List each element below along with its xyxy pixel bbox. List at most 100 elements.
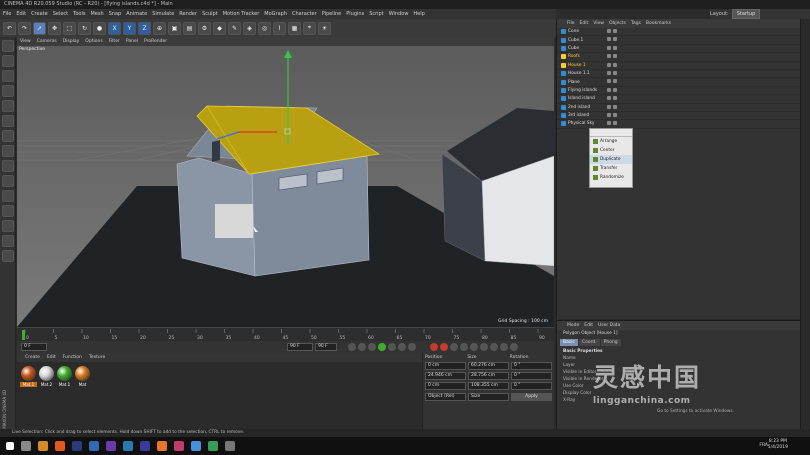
material-menu-create[interactable]: Create [25,355,40,360]
light-icon[interactable]: ☀ [318,21,331,35]
axis-z-button[interactable]: Z [138,21,151,35]
next-frame-icon[interactable] [388,343,396,351]
material-menu-texture[interactable]: Texture [89,355,105,360]
edges-mode-icon[interactable] [2,115,14,127]
viewport-menu-prorender[interactable]: ProRender [144,39,167,44]
object-row[interactable]: Cube [557,45,800,54]
material-menu-function[interactable]: Function [63,355,82,360]
menu-script[interactable]: Script [369,11,384,17]
popup-item-arrange[interactable]: Arrange [590,137,632,146]
camera-icon[interactable]: ⌖ [303,21,316,35]
visibility-dots[interactable] [607,96,617,101]
menu-help[interactable]: Help [413,11,424,17]
points-mode-icon[interactable] [2,100,14,112]
viewport-menu-cameras[interactable]: Cameras [37,39,57,44]
3d-viewport[interactable]: Perspective Grid Spacing : 100 cm [17,46,554,327]
object-row[interactable]: Cone [557,28,800,37]
cinema4d-active-icon[interactable] [191,441,201,451]
position-x-field[interactable]: 0 cm [425,362,466,370]
goto-end-icon[interactable] [408,343,416,351]
menu-character[interactable]: Character [292,11,317,17]
layout-select[interactable]: Startup [731,9,761,19]
menu-mesh[interactable]: Mesh [90,11,103,17]
menu-animate[interactable]: Animate [126,11,147,17]
search-icon[interactable] [21,441,31,451]
position-key-icon[interactable] [460,343,468,351]
cloner-icon[interactable]: ◎ [258,21,271,35]
polygons-mode-icon[interactable] [2,130,14,142]
material-swatch[interactable]: Mat [74,366,91,387]
object-row[interactable]: Flying islands [557,87,800,96]
viewport-menu-panel[interactable]: Panel [126,39,138,44]
coordinate-mode-select[interactable]: Object (Rel) [425,393,466,401]
size-x-field[interactable]: 60.276 cm [468,362,509,370]
tweak-mode-icon[interactable] [2,160,14,172]
rotation-key-icon[interactable] [480,343,488,351]
menu-render[interactable]: Render [179,11,197,17]
cube-object-icon[interactable]: ◆ [213,21,226,35]
after-effects-icon[interactable] [106,441,116,451]
move-icon[interactable]: ✥ [48,21,61,35]
attribute-tab-basic[interactable]: Basic [560,339,578,346]
menu-file[interactable]: File [3,11,11,17]
popup-item-transfer[interactable]: Transfer [590,164,632,173]
material-swatch[interactable]: Mat.1 [56,366,73,387]
previous-key-icon[interactable] [358,343,366,351]
menu-select[interactable]: Select [53,11,68,17]
play-icon[interactable] [378,343,386,351]
position-z-field[interactable]: 0 cm [425,382,466,390]
menu-pipeline[interactable]: Pipeline [322,11,342,17]
menu-edit[interactable]: Edit [16,11,26,17]
scale-icon[interactable]: ⬚ [63,21,76,35]
axis-mode-icon[interactable] [2,145,14,157]
visibility-dots[interactable] [607,37,617,42]
attribute-tab-coord[interactable]: Coord. [578,339,600,346]
visibility-dots[interactable] [607,104,617,109]
photoshop-icon[interactable] [89,441,99,451]
render-picture-viewer-icon[interactable]: ▤ [183,21,196,35]
texture-mode-icon[interactable] [2,70,14,82]
object-row[interactable]: 2nd island [557,104,800,112]
visibility-dots[interactable] [607,121,617,126]
redo-icon[interactable]: ↷ [18,21,31,35]
menu-simulate[interactable]: Simulate [152,11,174,17]
popup-item-center[interactable]: Center [590,146,632,155]
object-menu-edit[interactable]: Edit [580,21,589,26]
goto-start-icon[interactable] [348,343,356,351]
material-swatch[interactable]: Mat.2 [38,366,55,387]
axis-y-button[interactable]: Y [123,21,136,35]
popup-item-duplicate[interactable]: Duplicate [590,155,632,164]
object-row[interactable]: House 1 [557,62,800,70]
rotate-icon[interactable]: ↻ [78,21,91,35]
popup-item-randomize[interactable]: Randomize [590,173,632,182]
windows-start-icon[interactable] [6,442,14,450]
visibility-dots[interactable] [607,62,617,67]
object-menu-objects[interactable]: Objects [609,21,626,26]
workplane-icon[interactable] [2,85,14,97]
visibility-dots[interactable] [607,70,617,75]
viewport-menu-filter[interactable]: Filter [109,39,120,44]
object-row[interactable]: Roofs [557,53,800,62]
previous-frame-icon[interactable] [368,343,376,351]
rotation-b-field[interactable]: 0 ° [511,382,552,390]
chrome-icon[interactable] [208,441,218,451]
axis-x-button[interactable]: X [108,21,121,35]
apply-button[interactable]: Apply [511,393,552,401]
viewport-menu-view[interactable]: View [20,39,31,44]
attribute-tab-phong[interactable]: Phong [600,339,621,346]
visibility-dots[interactable] [607,29,617,33]
size-mode-select[interactable]: Size [468,393,509,401]
object-row[interactable]: 3rd island [557,112,800,121]
snap-icon[interactable] [2,175,14,187]
language-indicator[interactable]: FRA [759,443,768,448]
scale-key-icon[interactable] [470,343,478,351]
sculpt-icon[interactable] [2,190,14,202]
quantize-icon[interactable] [2,235,14,247]
coordinate-system-icon[interactable]: ⊕ [153,21,166,35]
size-z-field[interactable]: 108.355 cm [468,382,509,390]
next-key-icon[interactable] [398,343,406,351]
menu-sculpt[interactable]: Sculpt [202,11,218,17]
undo-icon[interactable]: ↶ [3,21,16,35]
max-frame-field[interactable]: 90 F [315,343,337,351]
illustrator-icon[interactable] [55,441,65,451]
